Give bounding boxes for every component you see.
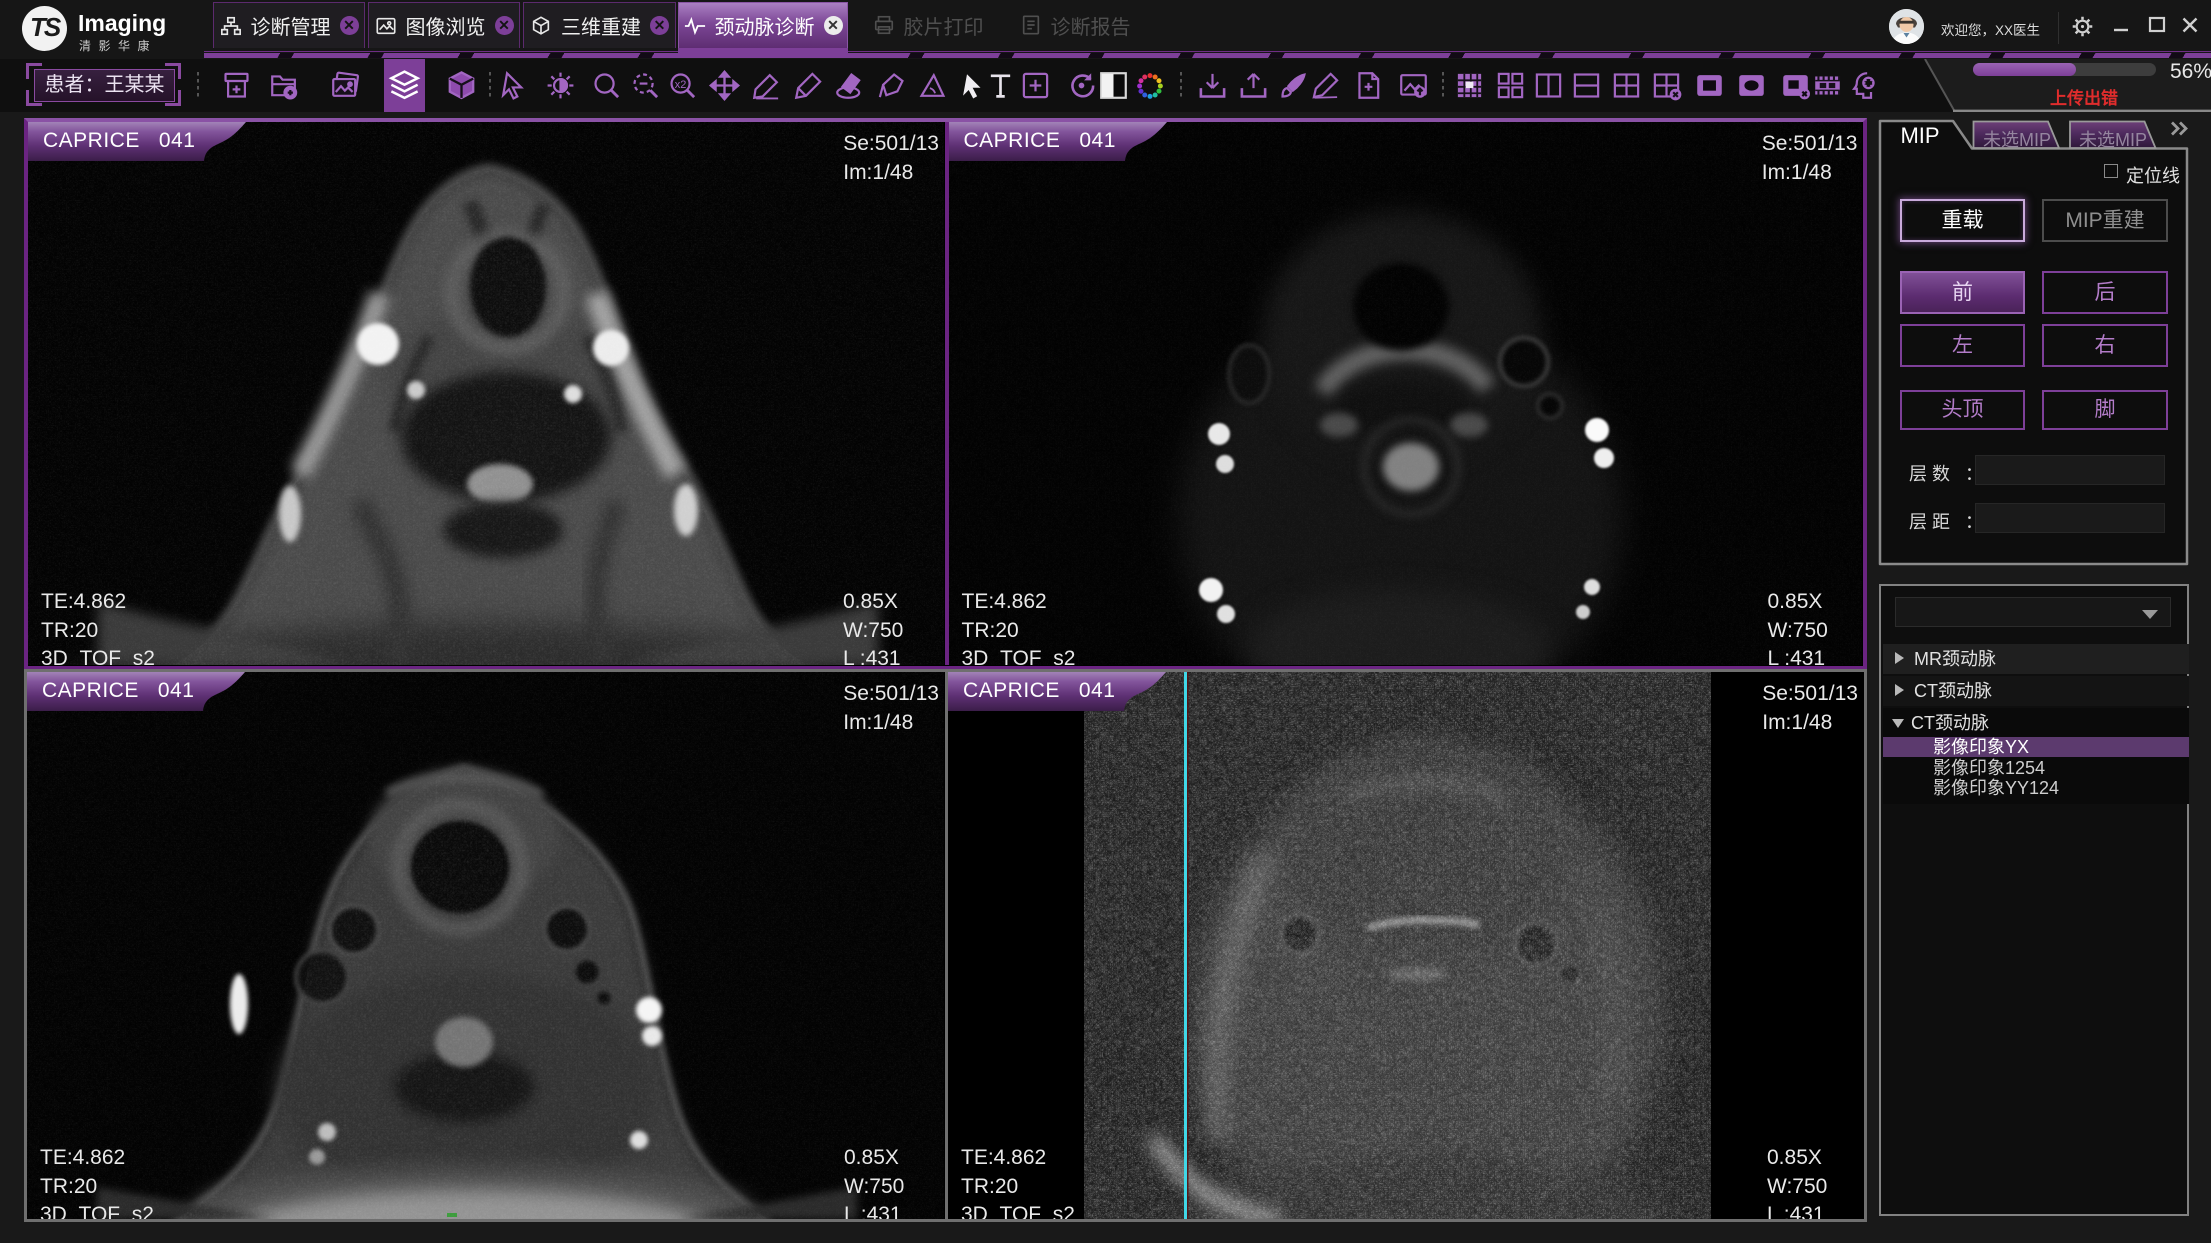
svg-text:x2: x2 — [674, 79, 686, 91]
